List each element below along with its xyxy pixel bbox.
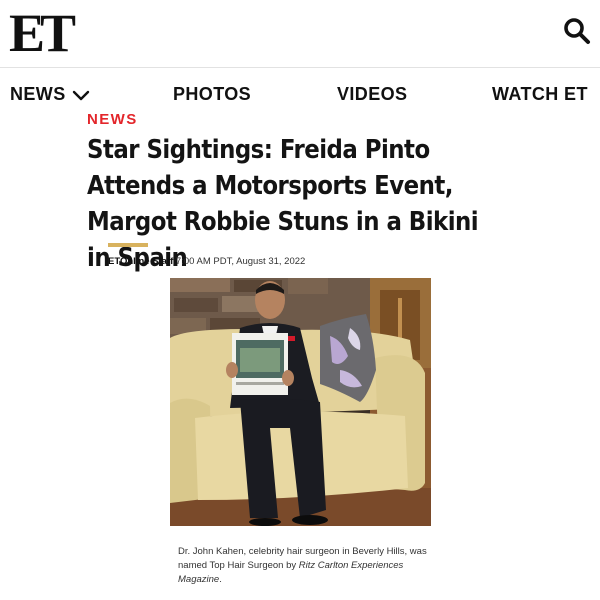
article-byline: ETOnline Staff 7:00 AM PDT, August 31, 2… [108, 256, 305, 267]
nav-item-photos[interactable]: PHOTOS [173, 84, 251, 105]
caption-period: . [219, 574, 222, 585]
main-nav: NEWS PHOTOS VIDEOS WATCH ET [0, 76, 600, 110]
publish-timestamp: 7:00 AM PDT, August 31, 2022 [175, 256, 306, 267]
nav-item-watch-et[interactable]: WATCH ET [492, 84, 588, 105]
nav-item-videos[interactable]: VIDEOS [337, 84, 407, 105]
byline-accent-rule [108, 243, 148, 247]
chevron-down-icon[interactable] [72, 89, 90, 101]
nav-item-news[interactable]: NEWS [10, 84, 66, 105]
et-logo[interactable]: ET [9, 6, 76, 60]
site-header: ET [0, 0, 600, 68]
article-headline: Star Sightings: Freida Pinto Attends a M… [87, 135, 479, 273]
author-name[interactable]: ETOnline Staff [108, 256, 173, 267]
article-photo [170, 278, 431, 526]
article-category[interactable]: NEWS [87, 111, 138, 128]
search-icon[interactable] [562, 16, 592, 46]
photo-caption: Dr. John Kahen, celebrity hair surgeon i… [178, 545, 428, 587]
